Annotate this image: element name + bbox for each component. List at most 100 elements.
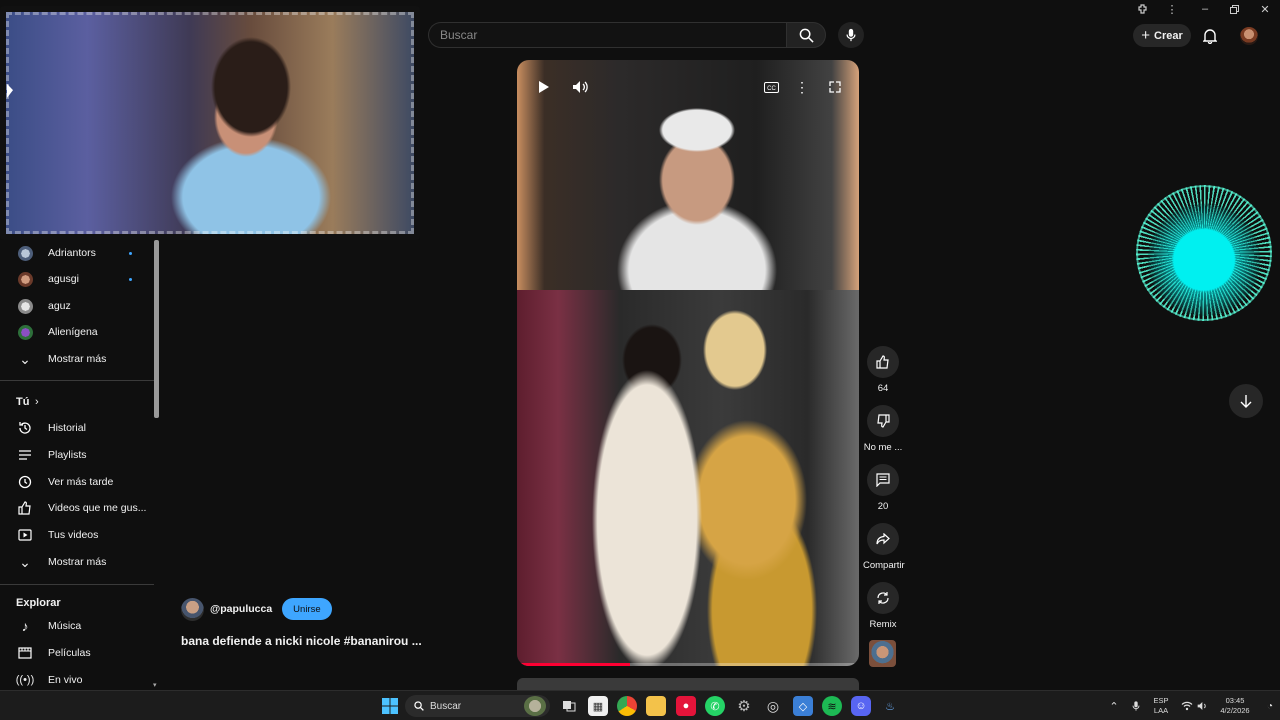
microphone-icon[interactable]	[1126, 696, 1146, 716]
watch-later-icon	[16, 473, 34, 491]
clock-date: 4/2/2026	[1220, 706, 1250, 715]
sound-thumbnail[interactable]	[869, 640, 896, 667]
windows-start-icon[interactable]	[380, 696, 400, 716]
notifications-button[interactable]	[1200, 26, 1220, 46]
share-button[interactable]: Compartir	[863, 523, 905, 571]
sidebar-item-aguz[interactable]: aguz	[0, 293, 150, 319]
steam-icon[interactable]: ♨	[880, 696, 900, 716]
audio-visualizer	[1136, 185, 1272, 321]
like-button[interactable]: 64	[863, 346, 903, 394]
microphone-icon	[846, 28, 856, 42]
sidebar-item-label: En vivo	[48, 674, 83, 686]
notification-center-icon[interactable]: ◔	[1260, 696, 1280, 716]
discord-icon[interactable]: ☺	[851, 696, 871, 716]
minimize-icon[interactable]: –	[1190, 0, 1220, 18]
dislike-icon	[867, 405, 899, 437]
chevron-up-icon[interactable]: ⌃	[1104, 696, 1124, 716]
search-button[interactable]	[786, 22, 826, 48]
divider	[0, 380, 154, 381]
search-icon	[799, 28, 814, 43]
dislike-button[interactable]: No me ...	[863, 405, 903, 453]
scroll-down-arrow-icon[interactable]: ▾	[153, 681, 157, 689]
liked-videos-icon	[16, 499, 34, 517]
create-label: Crear	[1154, 29, 1183, 42]
history-icon	[16, 419, 34, 437]
remix-button[interactable]: Remix	[863, 582, 903, 630]
comments-button[interactable]: 20	[863, 464, 903, 512]
widgets-icon[interactable]	[524, 696, 546, 716]
create-button[interactable]: + Crear	[1133, 24, 1191, 47]
share-label: Compartir	[863, 560, 905, 571]
comments-count: 20	[877, 501, 889, 512]
short-video-player[interactable]: CC ⋮	[517, 60, 859, 666]
task-view-icon[interactable]	[559, 696, 579, 716]
you-section-header[interactable]: Tú ›	[0, 389, 150, 415]
chrome-icon[interactable]	[617, 696, 637, 716]
show-more-subscriptions[interactable]: ⌄ Mostrar más	[0, 346, 150, 372]
account-avatar[interactable]	[1240, 27, 1258, 45]
language-bottom: LAA	[1153, 706, 1169, 715]
sidebar-item-playlists[interactable]: Playlists	[0, 442, 150, 468]
sidebar-item-label: agusgi	[48, 273, 79, 285]
speaker-icon[interactable]	[1193, 696, 1213, 716]
sidebar-scrollbar[interactable]	[154, 240, 159, 418]
browser-menu-icon[interactable]: ⋮	[1157, 0, 1187, 18]
explore-section-title: Explorar	[16, 597, 61, 609]
restore-icon[interactable]	[1219, 0, 1249, 18]
sidebar-item-label: aguz	[48, 300, 71, 312]
sidebar-item-label: Playlists	[48, 449, 87, 461]
recorder-icon[interactable]: ●	[676, 696, 696, 716]
video-progress-bar[interactable]	[517, 663, 859, 666]
sidebar-item-agusgi[interactable]: agusgi	[0, 266, 150, 292]
extensions-icon[interactable]	[1128, 0, 1158, 18]
your-videos-icon	[16, 526, 34, 544]
language-indicator[interactable]: ESP LAA	[1150, 691, 1172, 720]
remix-icon	[867, 582, 899, 614]
chevron-down-icon: ⌄	[19, 350, 31, 367]
settings-icon[interactable]: ⚙	[734, 696, 754, 716]
channel-name[interactable]: @papulucca	[210, 603, 272, 615]
voice-search-button[interactable]	[838, 22, 864, 48]
clock[interactable]: 03:45 4/2/2026	[1214, 691, 1256, 720]
channel-avatar[interactable]	[181, 597, 204, 621]
join-button[interactable]: Unirse	[282, 598, 332, 620]
divider	[0, 584, 154, 585]
close-icon[interactable]: ✕	[1250, 0, 1280, 18]
taskbar-search-label: Buscar	[430, 700, 462, 712]
comments-icon	[867, 464, 899, 496]
chevron-down-icon: ⌄	[19, 553, 31, 570]
more-options-icon[interactable]: ⋮	[791, 76, 813, 98]
search-input[interactable]: Buscar	[428, 22, 786, 48]
sidebar-item-watch-later[interactable]: Ver más tarde	[0, 469, 150, 495]
sidebar-item-label: Videos que me gus...	[48, 502, 147, 514]
calculator-icon[interactable]: ▦	[588, 696, 608, 716]
spotify-icon[interactable]: ≋	[822, 696, 842, 716]
show-more-you[interactable]: ⌄ Mostrar más	[0, 549, 150, 575]
sidebar-item-historial[interactable]: Historial	[0, 415, 150, 441]
sidebar-item-music[interactable]: ♪ Música	[0, 613, 150, 639]
sidebar-item-adriantors[interactable]: Adriantors	[0, 240, 150, 266]
volume-icon[interactable]	[570, 76, 592, 98]
next-short-preview[interactable]	[517, 678, 859, 690]
short-title[interactable]: bana defiende a nicki nicole #bananirou …	[181, 634, 422, 648]
video-progress-fill	[517, 663, 630, 666]
sidebar-item-your-videos[interactable]: Tus videos	[0, 522, 150, 548]
svg-text:CC: CC	[767, 86, 776, 92]
next-short-button[interactable]	[1229, 384, 1263, 418]
sidebar-item-label: Tus videos	[48, 529, 99, 541]
share-icon	[867, 523, 899, 555]
sidebar: Adriantors agusgi aguz Alienígena ⌄ Most…	[0, 240, 156, 690]
whatsapp-icon[interactable]: ✆	[705, 696, 725, 716]
play-icon[interactable]	[533, 76, 555, 98]
sidebar-item-label: Música	[48, 620, 82, 632]
app-icon[interactable]: ◇	[793, 696, 813, 716]
playlists-icon	[16, 446, 34, 464]
fullscreen-icon[interactable]	[824, 76, 846, 98]
sidebar-item-label: Películas	[48, 647, 91, 659]
file-explorer-icon[interactable]	[646, 696, 666, 716]
sidebar-item-movies[interactable]: Películas	[0, 640, 150, 666]
obs-icon[interactable]: ◎	[763, 696, 783, 716]
sidebar-item-liked-videos[interactable]: Videos que me gus...	[0, 495, 150, 521]
sidebar-item-alienigena[interactable]: Alienígena	[0, 319, 150, 345]
captions-icon[interactable]: CC	[760, 76, 782, 98]
